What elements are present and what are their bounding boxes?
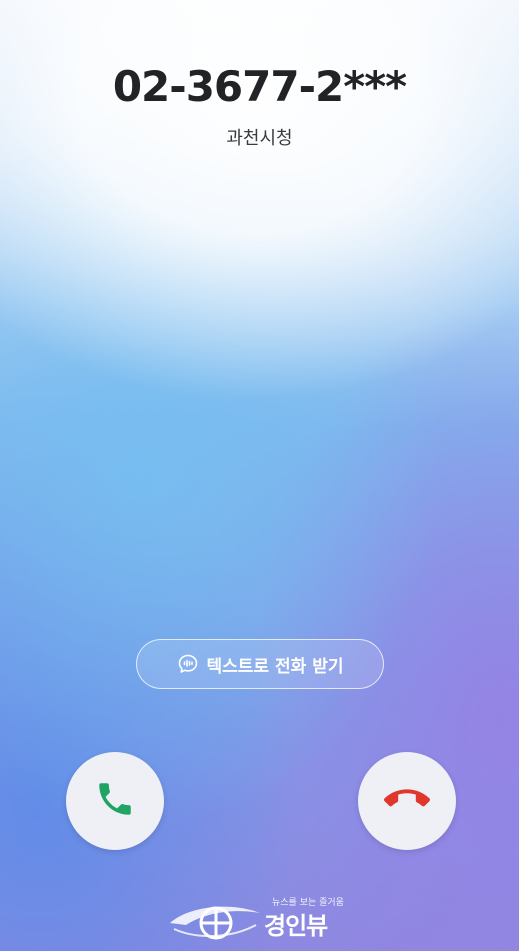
incoming-call-screen: 02-3677-2*** 과천시청 텍스트로 전화 받기 뉴스를 보는 즐거움 … (0, 0, 519, 951)
caller-number: 02-3677-2*** (112, 62, 407, 111)
eye-emblem-icon (168, 899, 262, 945)
decline-call-button[interactable] (358, 752, 456, 850)
answer-with-text-button[interactable]: 텍스트로 전화 받기 (136, 639, 384, 689)
answer-with-text-label: 텍스트로 전화 받기 (206, 656, 344, 677)
watermark-brand: 경인뷰 (264, 912, 328, 940)
accept-call-button[interactable] (66, 752, 164, 850)
watermark: 뉴스를 보는 즐거움 경인뷰 (168, 893, 358, 943)
phone-decline-icon (384, 776, 430, 826)
chat-voice-icon (177, 653, 199, 675)
phone-accept-icon (94, 778, 136, 824)
caller-name: 과천시청 (226, 128, 293, 149)
